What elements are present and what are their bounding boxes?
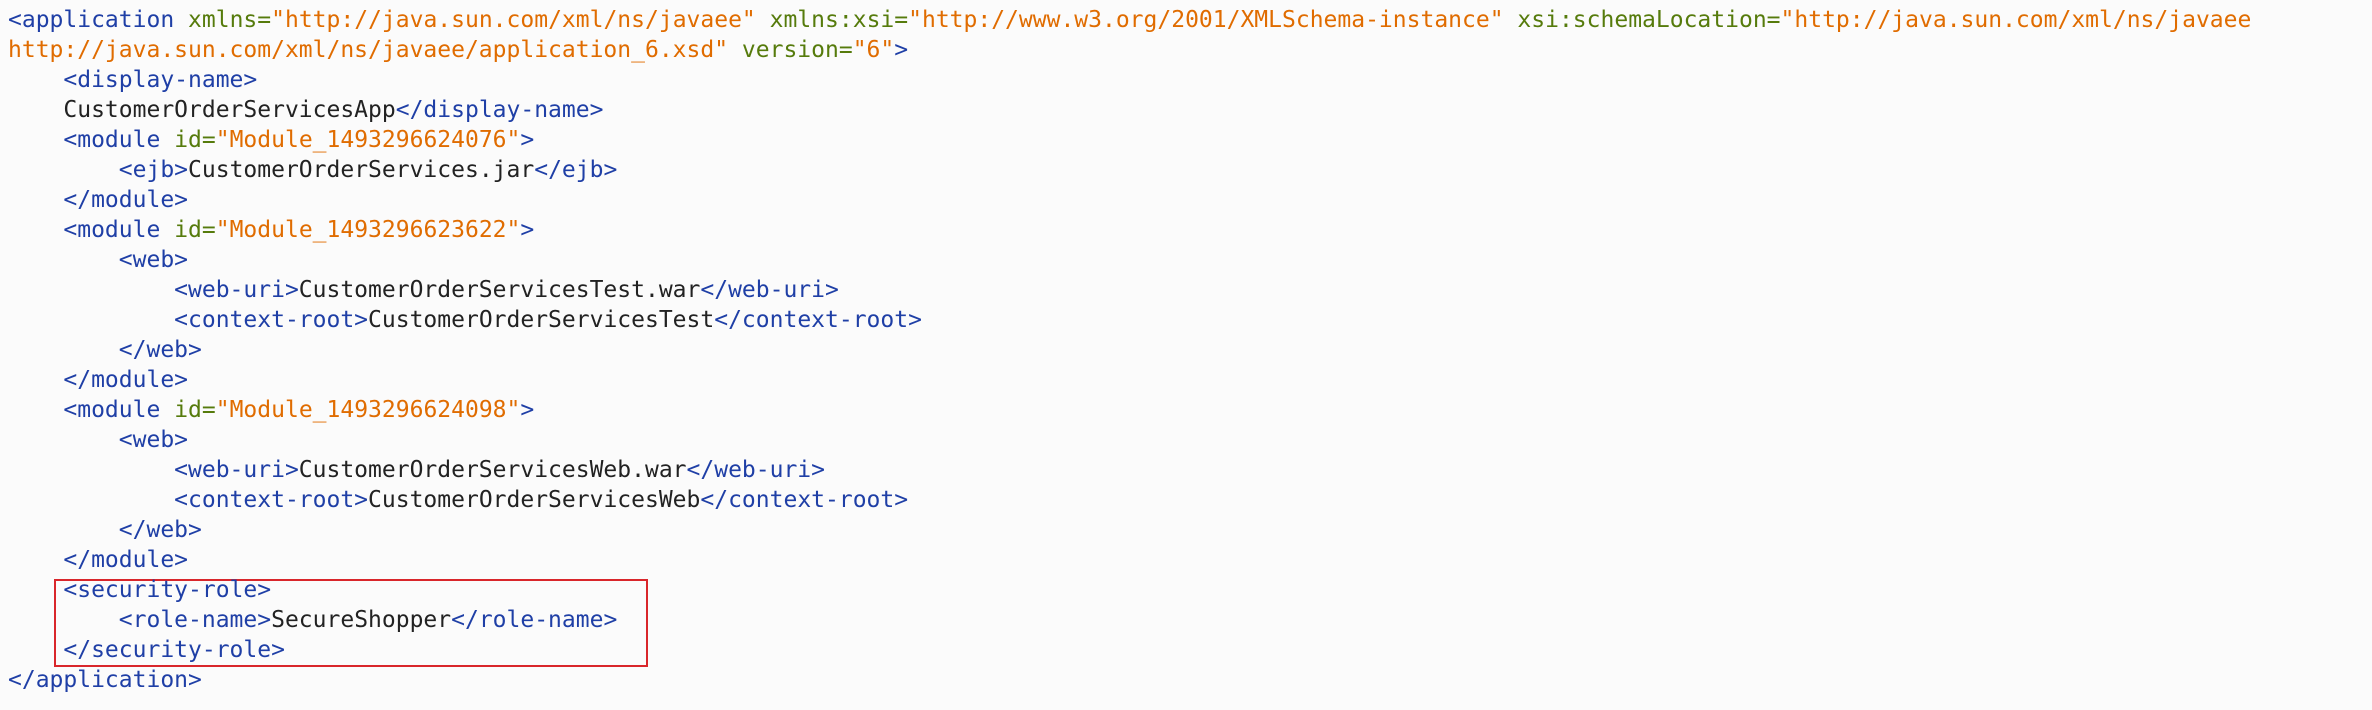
code-line-17: <context-root>CustomerOrderServicesWeb</…: [8, 485, 908, 515]
module-3-id-value: "Module_1493296624098": [215, 397, 521, 423]
security-role-close-tag: </security-role>: [63, 637, 285, 663]
web-2-close-tag: </web>: [118, 337, 202, 363]
role-name-text: SecureShopper: [271, 607, 452, 633]
code-line-2: http://java.sun.com/xml/ns/javaee/applic…: [8, 35, 908, 65]
code-line-7: </module>: [8, 185, 188, 215]
code-line-6: <ejb>CustomerOrderServices.jar</ejb>: [8, 155, 618, 185]
application-open-tag: <application: [8, 7, 175, 33]
module-3-open-tag-end: >: [520, 397, 535, 423]
display-name-text: CustomerOrderServicesApp: [63, 97, 396, 123]
context-root-2-close-tag: </context-root>: [714, 307, 922, 333]
module-2-id-attribute: id=: [174, 217, 216, 243]
xml-code-view: <application xmlns="http://java.sun.com/…: [0, 0, 2372, 710]
code-line-14: <module id="Module_1493296624098">: [8, 395, 534, 425]
schema-location-value-part1: "http://java.sun.com/xml/ns/javaee: [1780, 7, 2252, 33]
xmlns-value: "http://java.sun.com/xml/ns/javaee": [271, 7, 756, 33]
web-3-open-tag: <web>: [118, 427, 189, 453]
display-name-close-tag: </display-name>: [395, 97, 604, 123]
application-open-tag-end: >: [894, 37, 909, 63]
ejb-close-tag: </ejb>: [534, 157, 618, 183]
code-line-3: <display-name>: [8, 65, 257, 95]
module-3-open-tag: <module: [63, 397, 161, 423]
ejb-text: CustomerOrderServices.jar: [188, 157, 535, 183]
web-uri-2-open-tag: <web-uri>: [174, 277, 299, 303]
web-uri-2-text: CustomerOrderServicesTest.war: [298, 277, 701, 303]
context-root-3-open-tag: <context-root>: [174, 487, 369, 513]
xmlns-xsi-attribute: xmlns:xsi=: [769, 7, 909, 33]
code-line-11: <context-root>CustomerOrderServicesTest<…: [8, 305, 922, 335]
role-name-close-tag: </role-name>: [451, 607, 618, 633]
context-root-2-open-tag: <context-root>: [174, 307, 369, 333]
xmlns-xsi-value: "http://www.w3.org/2001/XMLSchema-instan…: [908, 7, 1504, 33]
code-line-4: CustomerOrderServicesApp</display-name>: [8, 95, 603, 125]
module-1-open-tag-end: >: [520, 127, 535, 153]
module-2-close-tag: </module>: [63, 367, 189, 393]
code-line-10: <web-uri>CustomerOrderServicesTest.war</…: [8, 275, 839, 305]
web-uri-3-text: CustomerOrderServicesWeb.war: [298, 457, 687, 483]
web-2-open-tag: <web>: [118, 247, 189, 273]
version-value: "6": [852, 37, 895, 63]
module-2-open-tag-end: >: [520, 217, 535, 243]
module-1-id-value: "Module_1493296624076": [215, 127, 521, 153]
code-line-12: </web>: [8, 335, 202, 365]
version-attribute: version=: [741, 37, 853, 63]
code-line-8: <module id="Module_1493296623622">: [8, 215, 534, 245]
application-close-tag: </application>: [8, 667, 202, 693]
xmlns-attribute: xmlns=: [188, 7, 272, 33]
code-line-9: <web>: [8, 245, 188, 275]
context-root-3-text: CustomerOrderServicesWeb: [368, 487, 701, 513]
module-3-id-attribute: id=: [174, 397, 216, 423]
code-line-20: <security-role>: [8, 575, 271, 605]
web-3-close-tag: </web>: [118, 517, 202, 543]
code-line-22: </security-role>: [8, 635, 285, 665]
module-1-open-tag: <module: [63, 127, 161, 153]
code-line-19: </module>: [8, 545, 188, 575]
schema-location-value-part2: http://java.sun.com/xml/ns/javaee/applic…: [8, 37, 729, 63]
web-uri-3-open-tag: <web-uri>: [174, 457, 299, 483]
module-1-close-tag: </module>: [63, 187, 189, 213]
code-line-5: <module id="Module_1493296624076">: [8, 125, 534, 155]
module-2-id-value: "Module_1493296623622": [215, 217, 521, 243]
security-role-open-tag: <security-role>: [63, 577, 272, 603]
module-3-close-tag: </module>: [63, 547, 189, 573]
context-root-3-close-tag: </context-root>: [700, 487, 909, 513]
role-name-open-tag: <role-name>: [118, 607, 272, 633]
module-1-id-attribute: id=: [174, 127, 216, 153]
ejb-open-tag: <ejb>: [118, 157, 189, 183]
context-root-2-text: CustomerOrderServicesTest: [368, 307, 715, 333]
code-line-15: <web>: [8, 425, 188, 455]
schema-location-attribute: xsi:schemaLocation=: [1517, 7, 1781, 33]
code-line-21: <role-name>SecureShopper</role-name>: [8, 605, 618, 635]
code-line-18: </web>: [8, 515, 202, 545]
web-uri-2-close-tag: </web-uri>: [700, 277, 839, 303]
code-line-1: <application xmlns="http://java.sun.com/…: [8, 5, 2251, 35]
module-2-open-tag: <module: [63, 217, 161, 243]
code-line-23: </application>: [8, 665, 202, 695]
web-uri-3-close-tag: </web-uri>: [686, 457, 826, 483]
display-name-open-tag: <display-name>: [63, 67, 258, 93]
code-line-13: </module>: [8, 365, 188, 395]
code-line-16: <web-uri>CustomerOrderServicesWeb.war</w…: [8, 455, 825, 485]
